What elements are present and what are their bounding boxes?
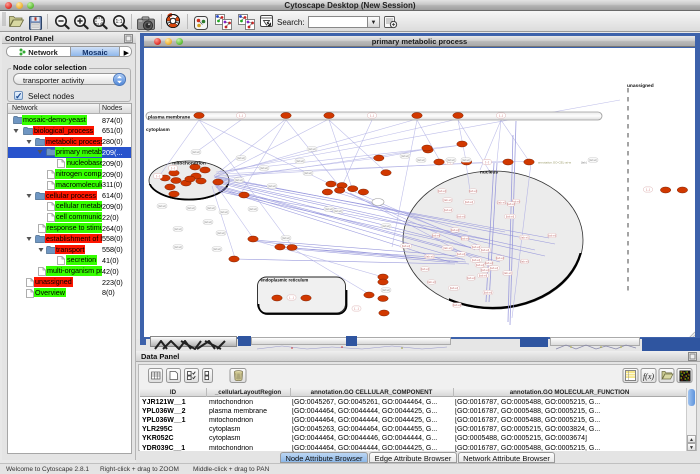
svg-text:[lab el]: [lab el] — [485, 261, 493, 265]
svg-text:f(x): f(x) — [643, 372, 654, 381]
svg-text:[lab el]: [lab el] — [443, 246, 451, 250]
svg-text:nucleus: nucleus — [480, 170, 498, 176]
svg-text:[lab el]: [lab el] — [467, 276, 475, 280]
svg-text:[label]: [label] — [382, 224, 390, 228]
svg-text:[lab el]: [lab el] — [427, 280, 435, 284]
svg-text:[label]: [label] — [447, 158, 455, 162]
svg-text:[lab el]: [lab el] — [520, 260, 528, 264]
svg-text:[lab el]: [lab el] — [484, 291, 492, 295]
svg-text:[lab el]: [lab el] — [451, 228, 459, 232]
svg-text:[lab el]: [lab el] — [444, 208, 452, 212]
svg-text:[lab el]: [lab el] — [490, 266, 498, 270]
svg-text:[lab el]: [lab el] — [503, 271, 511, 275]
svg-text:[lab el]: [lab el] — [548, 234, 556, 238]
svg-text:[lab el]: [lab el] — [432, 234, 440, 238]
svg-text:[...]: [...] — [289, 296, 293, 300]
svg-text:mitochondrion: mitochondrion — [172, 161, 206, 167]
svg-text:[...]: [...] — [370, 114, 374, 118]
svg-text:[label]: [label] — [249, 207, 257, 211]
svg-text:[lab el]: [lab el] — [461, 237, 469, 241]
svg-text:[lab el]: [lab el] — [465, 200, 473, 204]
svg-text:[label]: [label] — [304, 171, 312, 175]
svg-text:[lab el]: [lab el] — [472, 245, 480, 249]
svg-text:[label]: [label] — [213, 247, 221, 251]
svg-text:[label]: [label] — [462, 158, 470, 162]
svg-text:unassigned: unassigned — [627, 83, 654, 89]
svg-text:[label]: [label] — [220, 210, 228, 214]
svg-text:[lab el]: [lab el] — [438, 189, 446, 193]
svg-text:[label]: [label] — [417, 158, 425, 162]
svg-text:[lab el]: [lab el] — [472, 258, 480, 262]
svg-text:[label]: [label] — [158, 204, 166, 208]
svg-text:[lab el]: [lab el] — [507, 202, 515, 206]
svg-text:[label]: [label] — [401, 154, 409, 158]
svg-text:[label]: [label] — [204, 220, 212, 224]
svg-text:[lab el]: [lab el] — [469, 189, 477, 193]
svg-text:[lab el]: [lab el] — [476, 263, 484, 267]
svg-text:[lab el]: [lab el] — [421, 267, 429, 271]
svg-text:[label]: [label] — [207, 206, 215, 210]
svg-text:[...]: [...] — [156, 174, 160, 178]
svg-text:[lab el]: [lab el] — [425, 255, 433, 259]
svg-text:[lab el]: [lab el] — [520, 236, 528, 240]
svg-text:[lab el]: [lab el] — [443, 198, 451, 202]
svg-text:plasma membrane: plasma membrane — [148, 115, 190, 121]
svg-text:[lab el]: [lab el] — [457, 215, 465, 219]
svg-text:[...]: [...] — [239, 114, 243, 118]
svg-text:[lab el]: [lab el] — [481, 268, 489, 272]
svg-text:[label]: [label] — [296, 159, 304, 163]
svg-text:[label]: [label] — [308, 147, 316, 151]
svg-text:[label]: [label] — [260, 166, 268, 170]
svg-text:[lab el]: [lab el] — [497, 201, 505, 205]
svg-text:[lab el]: [lab el] — [496, 256, 504, 260]
svg-text:[label]: [label] — [325, 207, 333, 211]
svg-text:[label]: [label] — [187, 206, 195, 210]
svg-text:[label]: [label] — [282, 236, 290, 240]
svg-text:[label]: [label] — [334, 209, 342, 213]
svg-text:[label]: [label] — [235, 178, 243, 182]
svg-text:annotation.GO-CEL-at-w: annotation.GO-CEL-at-w — [538, 161, 572, 165]
svg-text:[lab el]: [lab el] — [402, 244, 410, 248]
svg-text:[lab]: [lab] — [581, 161, 587, 165]
svg-text:[label]: [label] — [174, 245, 182, 249]
svg-text:[...]: [...] — [171, 166, 175, 170]
svg-text:cytoplasm: cytoplasm — [146, 127, 170, 133]
svg-text:[label]: [label] — [382, 288, 390, 292]
svg-text:[label]: [label] — [268, 184, 276, 188]
svg-text:[lab el]: [lab el] — [506, 215, 514, 219]
svg-text:[...]: [...] — [646, 188, 650, 192]
svg-text:[...]: [...] — [499, 114, 503, 118]
svg-text:[lab el]: [lab el] — [479, 274, 487, 278]
svg-text:[lab el]: [lab el] — [450, 286, 458, 290]
svg-text:1:1: 1:1 — [116, 19, 123, 25]
svg-text:[label]: [label] — [217, 231, 225, 235]
svg-text:[lab el]: [lab el] — [481, 248, 489, 252]
svg-text:[lab el]: [lab el] — [453, 303, 461, 307]
svg-text:[label]: [label] — [589, 158, 597, 162]
svg-text:[...]: [...] — [354, 307, 358, 311]
svg-text:[label]: [label] — [237, 156, 245, 160]
svg-text:[lab el]: [lab el] — [457, 252, 465, 256]
svg-text:[label]: [label] — [174, 227, 182, 231]
svg-text:[...]: [...] — [485, 160, 489, 164]
svg-text:endoplasmic reticulum: endoplasmic reticulum — [261, 278, 309, 283]
svg-text:[label]: [label] — [192, 150, 200, 154]
